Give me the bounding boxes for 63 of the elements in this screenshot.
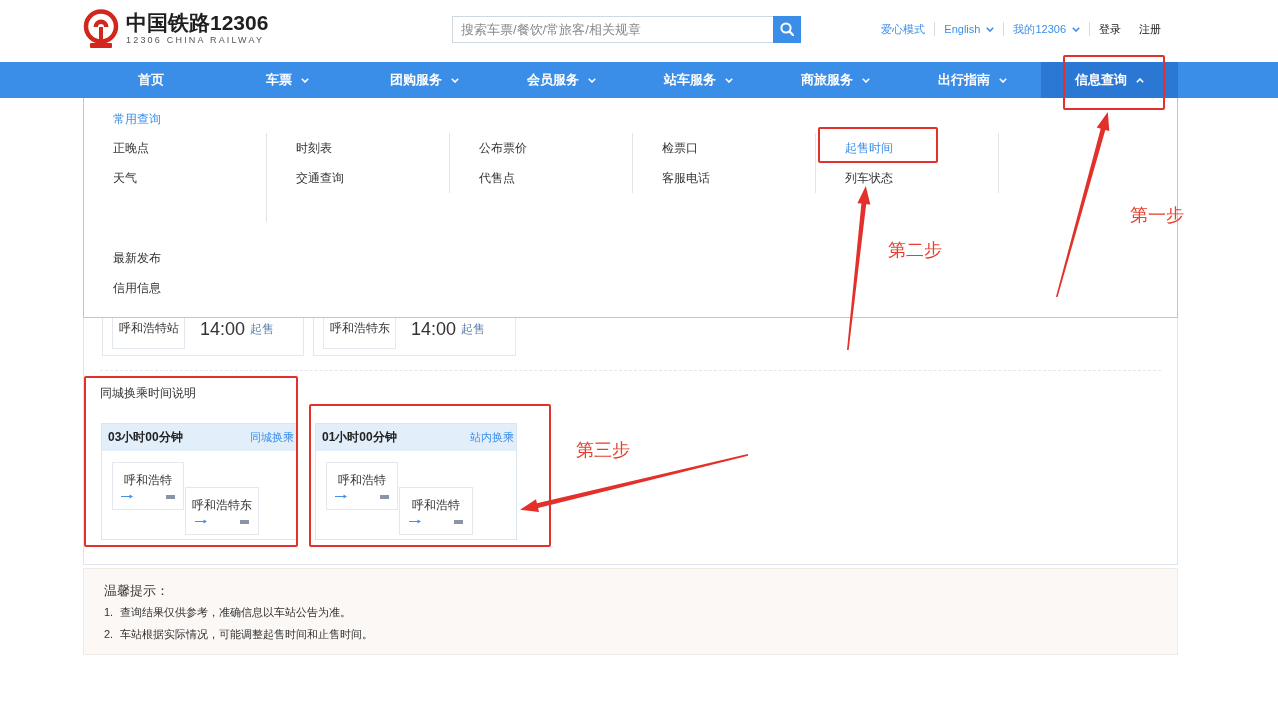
header-link[interactable]: 爱心模式 xyxy=(872,22,935,36)
caret-icon xyxy=(1072,26,1080,32)
step-label: 第一步 xyxy=(1130,204,1184,226)
menu-item[interactable]: 正晚点 xyxy=(113,133,149,163)
sale-time: 14:00 xyxy=(411,320,457,338)
arrow-icon xyxy=(195,519,207,524)
transfer-duration: 01小时00分钟 xyxy=(322,429,397,446)
menu-item[interactable]: 交通查询 xyxy=(296,163,344,193)
auth-link[interactable]: 登录 xyxy=(1089,22,1130,36)
transfer-type-link[interactable]: 同城换乘 xyxy=(250,430,294,445)
nav-tab[interactable]: 信息查询 xyxy=(1041,62,1178,98)
search-icon xyxy=(780,22,794,36)
header-dropdown[interactable]: English xyxy=(934,22,1004,36)
section-title: 同城换乘时间说明 xyxy=(100,385,196,401)
nav-tab[interactable]: 团购服务 xyxy=(356,62,493,98)
menu-item[interactable]: 起售时间 xyxy=(845,133,893,163)
nav-tab[interactable]: 车票 xyxy=(219,62,356,98)
transfer-type-link[interactable]: 站内换乘 xyxy=(470,430,514,445)
caret-icon xyxy=(986,26,995,32)
tip-text: 查询结果仅供参考，准确信息以车站公告为准。 xyxy=(120,605,351,620)
sale-label: 起售 xyxy=(250,322,275,336)
step-label: 第二步 xyxy=(888,239,942,261)
menu-item[interactable]: 检票口 xyxy=(662,133,698,163)
tips-title: 温馨提示： xyxy=(104,583,169,599)
transfer-duration: 03小时00分钟 xyxy=(108,429,183,446)
menu-item[interactable]: 代售点 xyxy=(479,163,515,193)
dash-icon xyxy=(380,494,389,499)
menu-heading: 常用查询 xyxy=(113,111,161,128)
site-subtitle: 12306 CHINA RAILWAY xyxy=(126,33,266,47)
list-number: 1. xyxy=(104,605,115,620)
step-label: 第三步 xyxy=(576,439,630,461)
nav-tab[interactable]: 商旅服务 xyxy=(767,62,904,98)
station-name: 呼和浩特东 xyxy=(192,497,252,513)
nav-tab[interactable]: 会员服务 xyxy=(493,62,630,98)
menu-item[interactable]: 时刻表 xyxy=(296,133,332,163)
site-title: 中国铁路12306 xyxy=(126,11,269,34)
menu-item[interactable]: 最新发布 xyxy=(113,243,161,273)
search-field[interactable]: 搜索车票/餐饮/常旅客/相关规章 xyxy=(452,15,773,43)
arrow-icon xyxy=(121,494,133,499)
nav-tab[interactable]: 首页 xyxy=(82,62,219,98)
menu-item[interactable]: 客服电话 xyxy=(662,163,710,193)
menu-item[interactable]: 列车状态 xyxy=(845,163,893,193)
menu-item[interactable]: 信用信息 xyxy=(113,273,161,303)
header-dropdown[interactable]: 我的12306 xyxy=(1003,22,1089,36)
menu-item[interactable]: 天气 xyxy=(113,163,137,193)
search-button[interactable] xyxy=(773,15,801,43)
nav-tab[interactable]: 站车服务 xyxy=(630,62,767,98)
dash-icon xyxy=(454,519,463,524)
station-name: 呼和浩特 xyxy=(412,497,460,513)
logo-icon xyxy=(82,9,120,49)
sale-time: 14:00 xyxy=(200,320,246,338)
menu-item[interactable]: 公布票价 xyxy=(479,133,527,163)
sale-label: 起售 xyxy=(461,322,486,336)
auth-link[interactable]: 注册 xyxy=(1130,22,1170,36)
nav-tab[interactable]: 出行指南 xyxy=(904,62,1041,98)
tip-text: 车站根据实际情况，可能调整起售时间和止售时间。 xyxy=(120,627,373,642)
list-number: 2. xyxy=(104,627,115,642)
dash-icon xyxy=(240,519,249,524)
station-name: 呼和浩特 xyxy=(338,472,386,488)
station-name: 呼和浩特 xyxy=(124,472,172,488)
dash-icon xyxy=(166,494,175,499)
arrow-icon xyxy=(409,519,421,524)
arrow-icon xyxy=(335,494,347,499)
